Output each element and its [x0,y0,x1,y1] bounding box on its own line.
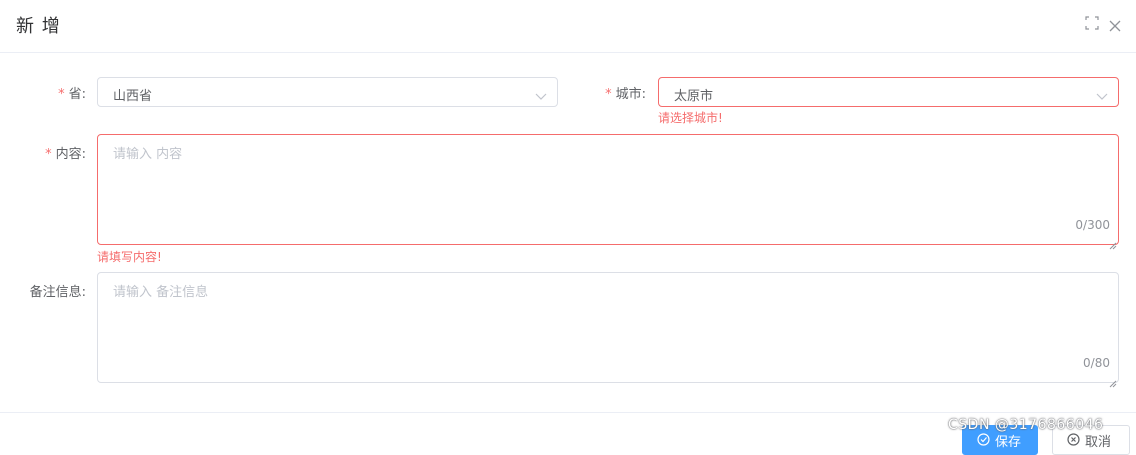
add-dialog: 新 增 * 省: 山西省 * 城市: 太原市 请选择城市! * 内容: 请输入 … [0,0,1136,455]
resize-handle-icon[interactable] [1109,373,1117,388]
check-circle-icon [977,433,990,450]
required-mark: * [45,147,52,162]
content-error: 请填写内容! [97,250,162,264]
remark-textarea[interactable]: 请输入 备注信息 0/80 [97,272,1119,388]
city-value: 太原市 [674,89,714,104]
province-select[interactable]: 山西省 [97,77,558,107]
required-mark: * [605,87,612,102]
content-textarea[interactable]: 请输入 内容 0/300 [97,134,1119,250]
remark-label: 备注信息: [29,285,86,300]
content-placeholder: 请输入 内容 [113,147,183,162]
dialog-title: 新 增 [16,16,61,37]
content-label: * 内容: [45,147,86,162]
city-label: * 城市: [605,87,646,102]
city-select[interactable]: 太原市 [658,77,1119,107]
close-icon[interactable] [1109,20,1125,36]
remark-char-count: 0/80 [1083,356,1110,370]
fullscreen-icon[interactable] [1085,16,1101,32]
footer-divider [0,412,1136,413]
dialog-header: 新 增 [0,0,1136,53]
province-label: * 省: [58,87,86,102]
resize-handle-icon[interactable] [1109,235,1117,250]
watermark: CSDN @3176866046 [948,417,1104,433]
province-value: 山西省 [113,89,153,104]
chevron-down-icon [1096,87,1108,100]
city-error: 请选择城市! [658,111,723,125]
required-mark: * [58,87,65,102]
chevron-down-icon [535,87,547,100]
remark-placeholder: 请输入 备注信息 [113,285,209,300]
content-char-count: 0/300 [1075,218,1110,232]
cancel-circle-icon [1067,433,1080,450]
